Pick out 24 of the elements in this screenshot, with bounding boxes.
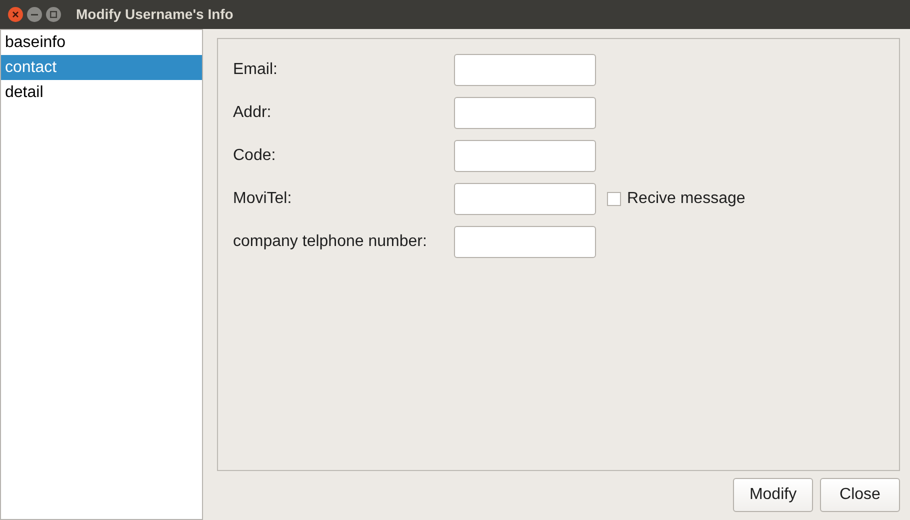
dialog-button[interactable]: Modify: [733, 478, 813, 512]
dialog-button[interactable]: Close: [820, 478, 900, 512]
checkbox-label: Recive message: [627, 189, 746, 209]
input-field[interactable]: [454, 54, 596, 86]
checkbox[interactable]: [607, 192, 621, 206]
sidebar-item[interactable]: baseinfo: [1, 30, 202, 55]
input-field[interactable]: [454, 97, 596, 129]
maximize-button[interactable]: [46, 7, 61, 22]
minimize-icon: [31, 14, 38, 16]
window-title: Modify Username's Info: [76, 5, 234, 24]
close-button[interactable]: [8, 7, 23, 22]
field-label: MoviTel:: [233, 189, 293, 209]
input-field[interactable]: [454, 226, 596, 258]
field-label: Addr:: [233, 103, 272, 123]
close-icon: [12, 11, 19, 18]
field-label: company telphone number:: [233, 232, 428, 252]
field-label: Email:: [233, 60, 278, 80]
minimize-button[interactable]: [27, 7, 42, 22]
maximize-icon: [50, 11, 57, 18]
input-field[interactable]: [454, 183, 596, 215]
sidebar-item[interactable]: detail: [1, 80, 202, 105]
sidebar-item[interactable]: contact: [1, 55, 202, 80]
input-field[interactable]: [454, 140, 596, 172]
field-label: Code:: [233, 146, 277, 166]
